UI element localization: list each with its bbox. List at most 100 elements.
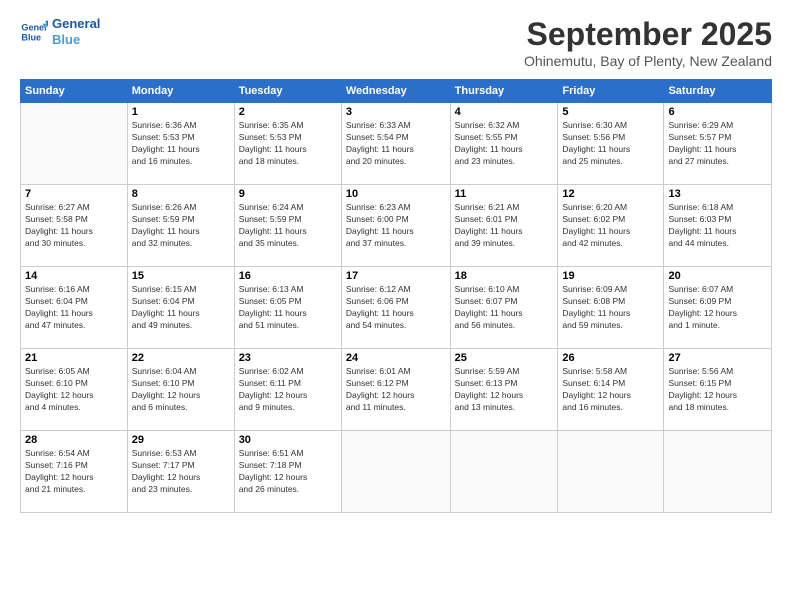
day-number: 26 (562, 352, 659, 364)
day-info: Sunrise: 6:13 AM Sunset: 6:05 PM Dayligh… (239, 284, 337, 332)
day-number: 10 (346, 188, 446, 200)
day-info: Sunrise: 6:18 AM Sunset: 6:03 PM Dayligh… (668, 202, 767, 250)
calendar-cell: 4Sunrise: 6:32 AM Sunset: 5:55 PM Daylig… (450, 103, 558, 185)
day-number: 9 (239, 188, 337, 200)
calendar-cell: 28 Sunrise: 6:54 AM Sunset: 7:16 PM Dayli… (21, 431, 128, 513)
month-title: September 2025 (524, 16, 772, 53)
day-info: Sunrise: 6:36 AM Sunset: 5:53 PM Dayligh… (132, 120, 230, 168)
calendar-cell: 27Sunrise: 5:56 AM Sunset: 6:15 PM Dayli… (664, 349, 772, 431)
calendar-cell (21, 103, 128, 185)
weekday-header: Monday (127, 80, 234, 103)
calendar-cell: 11Sunrise: 6:21 AM Sunset: 6:01 PM Dayli… (450, 185, 558, 267)
day-info: Sunrise: 6:51 AM Sunset: 7:18 PM Dayligh… (239, 448, 337, 496)
calendar-cell: 29 Sunrise: 6:53 AM Sunset: 7:17 PM Dayli… (127, 431, 234, 513)
calendar-header-row: SundayMondayTuesdayWednesdayThursdayFrid… (21, 80, 772, 103)
calendar-cell: 15 Sunrise: 6:15 AM Sunset: 6:04 PM Dayli… (127, 267, 234, 349)
day-info: Sunrise: 6:01 AM Sunset: 6:12 PM Dayligh… (346, 366, 446, 414)
day-number: 28 (25, 434, 123, 446)
day-info: Sunrise: 6:05 AM Sunset: 6:10 PM Dayligh… (25, 366, 123, 414)
calendar-cell (450, 431, 558, 513)
page: General Blue General Blue September 2025… (0, 0, 792, 612)
calendar-cell: 3 Sunrise: 6:33 AM Sunset: 5:54 PM Daylig… (341, 103, 450, 185)
day-number: 29 (132, 434, 230, 446)
day-info: Sunrise: 6:02 AM Sunset: 6:11 PM Dayligh… (239, 366, 337, 414)
calendar-cell: 9 Sunrise: 6:24 AM Sunset: 5:59 PM Daylig… (234, 185, 341, 267)
day-number: 6 (668, 106, 767, 118)
logo-icon: General Blue (20, 18, 48, 46)
day-info: Sunrise: 6:09 AM Sunset: 6:08 PM Dayligh… (562, 284, 659, 332)
day-info: Sunrise: 6:35 AM Sunset: 5:53 PM Dayligh… (239, 120, 337, 168)
calendar-cell: 6 Sunrise: 6:29 AM Sunset: 5:57 PM Daylig… (664, 103, 772, 185)
calendar-week-row: 1 Sunrise: 6:36 AM Sunset: 5:53 PM Daylig… (21, 103, 772, 185)
calendar-cell: 2 Sunrise: 6:35 AM Sunset: 5:53 PM Daylig… (234, 103, 341, 185)
day-info: Sunrise: 6:24 AM Sunset: 5:59 PM Dayligh… (239, 202, 337, 250)
calendar-cell (558, 431, 664, 513)
calendar-cell: 14 Sunrise: 6:16 AM Sunset: 6:04 PM Dayli… (21, 267, 128, 349)
weekday-header: Sunday (21, 80, 128, 103)
day-number: 13 (668, 188, 767, 200)
calendar-cell: 23Sunrise: 6:02 AM Sunset: 6:11 PM Dayli… (234, 349, 341, 431)
weekday-header: Friday (558, 80, 664, 103)
day-number: 3 (346, 106, 446, 118)
header: General Blue General Blue September 2025… (20, 16, 772, 69)
calendar-cell: 7 Sunrise: 6:27 AM Sunset: 5:58 PM Daylig… (21, 185, 128, 267)
calendar-cell: 1 Sunrise: 6:36 AM Sunset: 5:53 PM Daylig… (127, 103, 234, 185)
calendar-cell: 8Sunrise: 6:26 AM Sunset: 5:59 PM Daylig… (127, 185, 234, 267)
day-number: 27 (668, 352, 767, 364)
calendar-cell: 16Sunrise: 6:13 AM Sunset: 6:05 PM Dayli… (234, 267, 341, 349)
calendar-cell: 26 Sunrise: 5:58 AM Sunset: 6:14 PM Dayli… (558, 349, 664, 431)
day-info: Sunrise: 6:33 AM Sunset: 5:54 PM Dayligh… (346, 120, 446, 168)
day-number: 7 (25, 188, 123, 200)
day-number: 2 (239, 106, 337, 118)
day-info: Sunrise: 6:53 AM Sunset: 7:17 PM Dayligh… (132, 448, 230, 496)
day-number: 8 (132, 188, 230, 200)
day-info: Sunrise: 6:20 AM Sunset: 6:02 PM Dayligh… (562, 202, 659, 250)
calendar-cell: 17Sunrise: 6:12 AM Sunset: 6:06 PM Dayli… (341, 267, 450, 349)
calendar-cell: 10Sunrise: 6:23 AM Sunset: 6:00 PM Dayli… (341, 185, 450, 267)
calendar-cell: 24 Sunrise: 6:01 AM Sunset: 6:12 PM Dayli… (341, 349, 450, 431)
title-block: September 2025 Ohinemutu, Bay of Plenty,… (524, 16, 772, 69)
weekday-header: Tuesday (234, 80, 341, 103)
day-info: Sunrise: 6:10 AM Sunset: 6:07 PM Dayligh… (455, 284, 554, 332)
day-info: Sunrise: 6:12 AM Sunset: 6:06 PM Dayligh… (346, 284, 446, 332)
day-number: 18 (455, 270, 554, 282)
calendar-cell: 20Sunrise: 6:07 AM Sunset: 6:09 PM Dayli… (664, 267, 772, 349)
calendar-cell: 5Sunrise: 6:30 AM Sunset: 5:56 PM Daylig… (558, 103, 664, 185)
calendar-week-row: 21Sunrise: 6:05 AM Sunset: 6:10 PM Dayli… (21, 349, 772, 431)
day-number: 30 (239, 434, 337, 446)
calendar-cell (664, 431, 772, 513)
calendar-week-row: 7 Sunrise: 6:27 AM Sunset: 5:58 PM Daylig… (21, 185, 772, 267)
day-number: 24 (346, 352, 446, 364)
calendar-cell: 13 Sunrise: 6:18 AM Sunset: 6:03 PM Dayli… (664, 185, 772, 267)
day-info: Sunrise: 6:16 AM Sunset: 6:04 PM Dayligh… (25, 284, 123, 332)
day-number: 12 (562, 188, 659, 200)
calendar-cell: 21Sunrise: 6:05 AM Sunset: 6:10 PM Dayli… (21, 349, 128, 431)
day-info: Sunrise: 5:58 AM Sunset: 6:14 PM Dayligh… (562, 366, 659, 414)
day-info: Sunrise: 6:15 AM Sunset: 6:04 PM Dayligh… (132, 284, 230, 332)
day-info: Sunrise: 5:59 AM Sunset: 6:13 PM Dayligh… (455, 366, 554, 414)
day-number: 15 (132, 270, 230, 282)
logo-line2: Blue (52, 32, 100, 48)
day-number: 14 (25, 270, 123, 282)
calendar-week-row: 28 Sunrise: 6:54 AM Sunset: 7:16 PM Dayli… (21, 431, 772, 513)
calendar-cell: 12 Sunrise: 6:20 AM Sunset: 6:02 PM Dayli… (558, 185, 664, 267)
weekday-header: Saturday (664, 80, 772, 103)
day-info: Sunrise: 6:54 AM Sunset: 7:16 PM Dayligh… (25, 448, 123, 496)
day-number: 1 (132, 106, 230, 118)
calendar-cell: 25Sunrise: 5:59 AM Sunset: 6:13 PM Dayli… (450, 349, 558, 431)
location-title: Ohinemutu, Bay of Plenty, New Zealand (524, 53, 772, 69)
day-number: 11 (455, 188, 554, 200)
weekday-header: Wednesday (341, 80, 450, 103)
day-number: 19 (562, 270, 659, 282)
logo-line1: General (52, 16, 100, 32)
day-info: Sunrise: 6:29 AM Sunset: 5:57 PM Dayligh… (668, 120, 767, 168)
logo: General Blue General Blue (20, 16, 100, 47)
calendar: SundayMondayTuesdayWednesdayThursdayFrid… (20, 79, 772, 513)
day-number: 20 (668, 270, 767, 282)
day-number: 22 (132, 352, 230, 364)
day-info: Sunrise: 6:27 AM Sunset: 5:58 PM Dayligh… (25, 202, 123, 250)
day-number: 4 (455, 106, 554, 118)
day-info: Sunrise: 6:04 AM Sunset: 6:10 PM Dayligh… (132, 366, 230, 414)
day-info: Sunrise: 6:30 AM Sunset: 5:56 PM Dayligh… (562, 120, 659, 168)
calendar-cell: 30 Sunrise: 6:51 AM Sunset: 7:18 PM Dayli… (234, 431, 341, 513)
